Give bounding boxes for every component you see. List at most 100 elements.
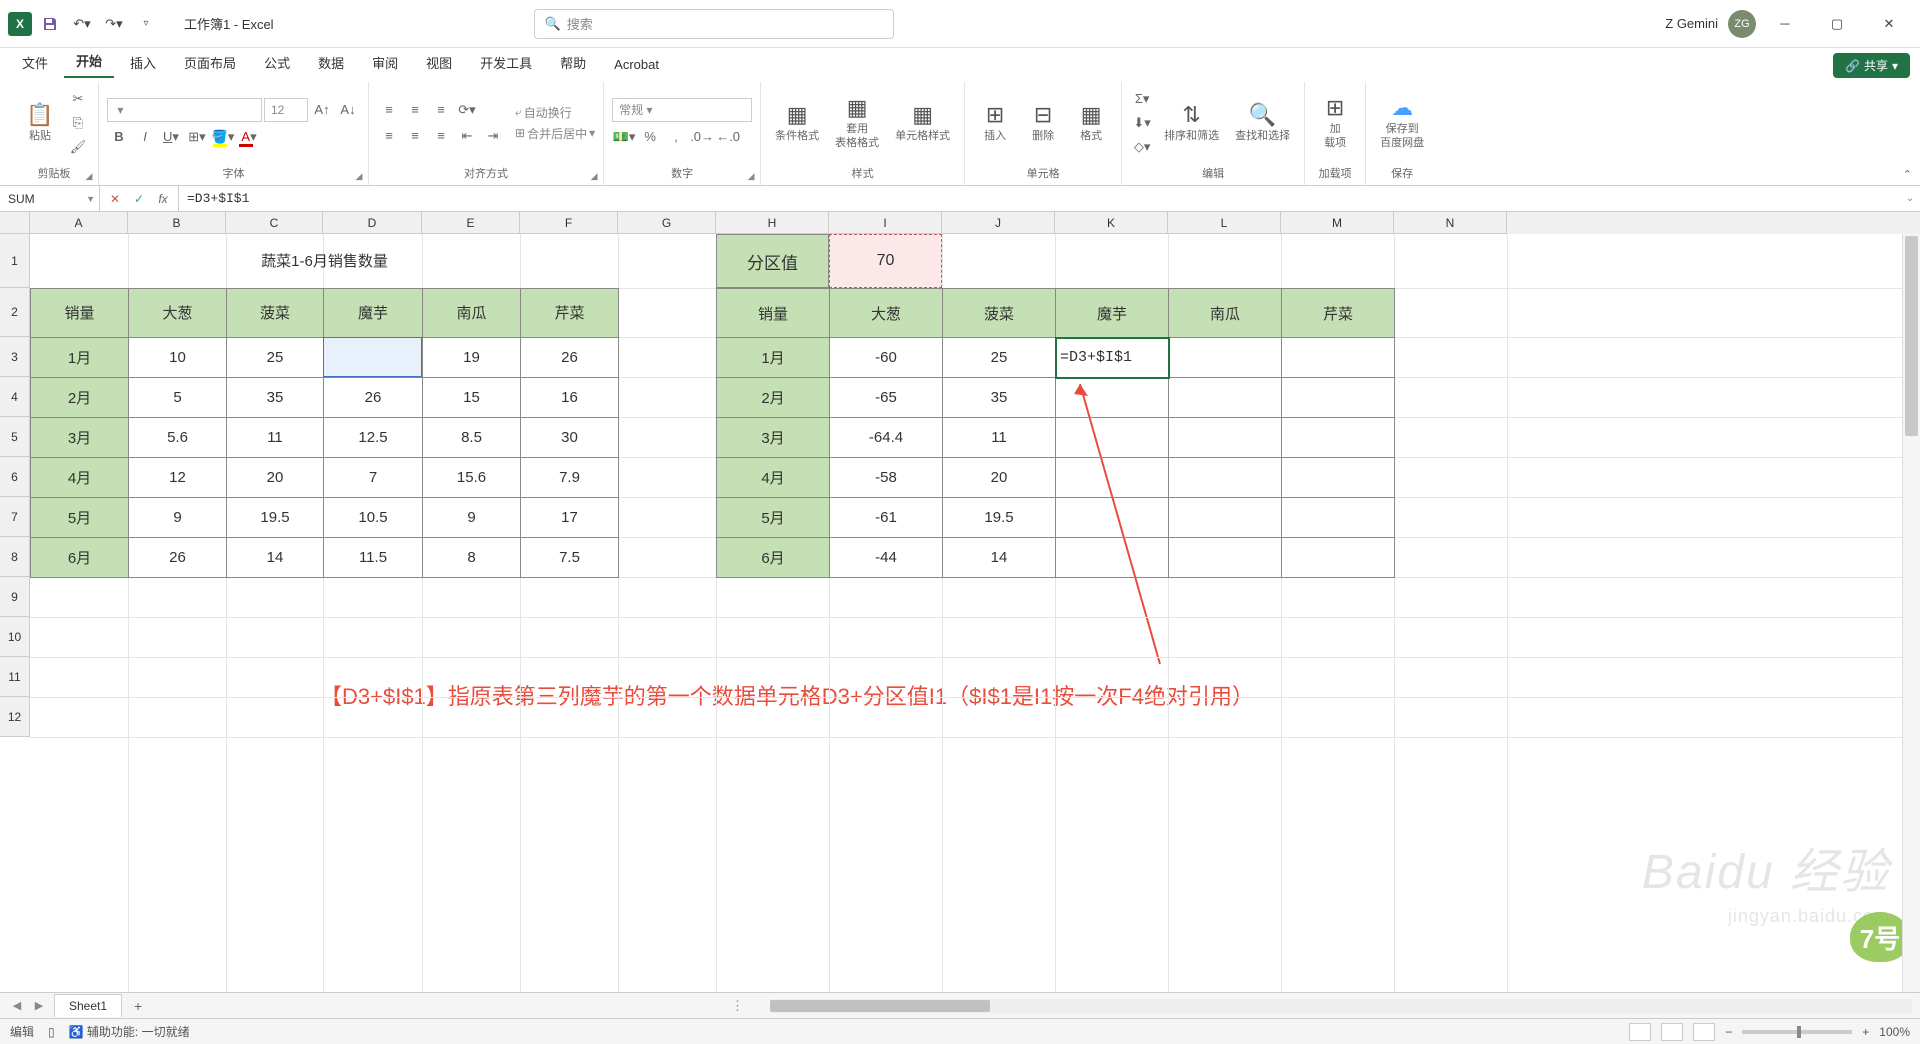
cell[interactable] — [1056, 458, 1169, 498]
cell[interactable]: 9 — [129, 497, 227, 537]
partition-value-cell[interactable]: 70 — [829, 234, 942, 288]
row-header[interactable]: 2 — [0, 288, 30, 337]
cell[interactable]: 26 — [521, 337, 619, 377]
column-header[interactable]: N — [1394, 212, 1507, 234]
sort-filter-button[interactable]: ⇅排序和筛选 — [1158, 98, 1225, 147]
row-header[interactable]: 9 — [0, 577, 30, 617]
cell[interactable]: 8 — [423, 537, 521, 577]
fx-button[interactable]: fx — [152, 189, 174, 209]
align-center-button[interactable]: ≡ — [403, 125, 427, 147]
cell[interactable]: 11 — [943, 418, 1056, 458]
cell[interactable]: 8.5 — [423, 417, 521, 457]
cell[interactable]: 14 — [227, 537, 324, 577]
indent-dec-button[interactable]: ⇤ — [455, 125, 479, 147]
view-pagebreak-button[interactable] — [1693, 1023, 1715, 1041]
cell[interactable] — [1169, 338, 1282, 378]
fill-color-button[interactable]: 🪣▾ — [211, 126, 235, 148]
macro-icon[interactable]: ▯ — [48, 1025, 55, 1039]
cell[interactable]: 5月 — [31, 497, 129, 537]
delete-cells-button[interactable]: ⊟删除 — [1021, 98, 1065, 147]
inc-decimal-button[interactable]: .0→ — [690, 126, 714, 148]
save-icon[interactable] — [36, 10, 64, 38]
cell[interactable]: 19.5 — [943, 498, 1056, 538]
column-header[interactable]: H — [716, 212, 829, 234]
cell[interactable]: 19 — [423, 337, 521, 377]
column-header[interactable]: K — [1055, 212, 1168, 234]
cell[interactable]: 19.5 — [227, 497, 324, 537]
format-painter-button[interactable]: 🖌 — [66, 136, 90, 158]
maximize-button[interactable]: ▢ — [1814, 8, 1860, 40]
align-middle-button[interactable]: ≡ — [403, 99, 427, 121]
orientation-button[interactable]: ⟳▾ — [455, 99, 479, 121]
cell[interactable]: 6月 — [717, 538, 830, 578]
conditional-format-button[interactable]: ▦条件格式 — [769, 98, 825, 147]
format-cells-button[interactable]: ▦格式 — [1069, 98, 1113, 147]
scrollbar-thumb[interactable] — [1905, 236, 1918, 436]
cell[interactable]: 11.5 — [324, 537, 423, 577]
row-header[interactable]: 10 — [0, 617, 30, 657]
share-button[interactable]: 🔗 共享 ▾ — [1833, 53, 1910, 78]
tab-data[interactable]: 数据 — [306, 47, 356, 78]
zoom-in-button[interactable]: + — [1862, 1025, 1869, 1039]
row-header[interactable]: 5 — [0, 417, 30, 457]
column-header[interactable]: F — [520, 212, 618, 234]
bold-button[interactable]: B — [107, 126, 131, 148]
row-header[interactable]: 1 — [0, 234, 30, 288]
copy-button[interactable]: ⎘ — [66, 112, 90, 134]
baidu-save-button[interactable]: ☁保存到 百度网盘 — [1374, 91, 1430, 153]
cell[interactable]: 26 — [324, 377, 423, 417]
cell[interactable]: 15 — [324, 337, 423, 377]
cell[interactable]: 15 — [423, 377, 521, 417]
column-header[interactable]: B — [128, 212, 226, 234]
dialog-launcher-icon[interactable]: ◢ — [83, 170, 95, 182]
align-right-button[interactable]: ≡ — [429, 125, 453, 147]
close-button[interactable]: ✕ — [1866, 8, 1912, 40]
font-color-button[interactable]: A▾ — [237, 126, 261, 148]
tab-insert[interactable]: 插入 — [118, 47, 168, 78]
border-button[interactable]: ⊞▾ — [185, 126, 209, 148]
find-select-button[interactable]: 🔍查找和选择 — [1229, 98, 1296, 147]
clear-button[interactable]: ◇▾ — [1130, 136, 1154, 158]
cell[interactable]: 12 — [129, 457, 227, 497]
cell[interactable] — [1056, 378, 1169, 418]
row-header[interactable]: 12 — [0, 697, 30, 737]
row-header[interactable]: 11 — [0, 657, 30, 697]
zoom-level[interactable]: 100% — [1879, 1025, 1910, 1039]
cell[interactable]: 17 — [521, 497, 619, 537]
cell[interactable]: 4月 — [717, 458, 830, 498]
cell[interactable]: -58 — [830, 458, 943, 498]
cell[interactable] — [1282, 458, 1395, 498]
dialog-launcher-icon[interactable]: ◢ — [745, 170, 757, 182]
cell[interactable] — [1282, 498, 1395, 538]
cell[interactable]: 25 — [943, 338, 1056, 378]
horizontal-scrollbar[interactable] — [770, 999, 1912, 1013]
addins-button[interactable]: ⊞加 载项 — [1313, 91, 1357, 153]
autosum-button[interactable]: Σ▾ — [1130, 88, 1154, 110]
formula-input[interactable]: =D3+$I$1 — [179, 191, 1900, 206]
column-header[interactable]: I — [829, 212, 942, 234]
cell[interactable] — [1169, 458, 1282, 498]
cell[interactable]: 2月 — [717, 378, 830, 418]
tab-formulas[interactable]: 公式 — [252, 47, 302, 78]
cell[interactable]: 15.6 — [423, 457, 521, 497]
cell[interactable]: 11 — [227, 417, 324, 457]
italic-button[interactable]: I — [133, 126, 157, 148]
cell[interactable]: 20 — [227, 457, 324, 497]
sheet-next-button[interactable]: ▶ — [30, 997, 48, 1015]
cell[interactable] — [1282, 418, 1395, 458]
select-all-corner[interactable] — [0, 212, 30, 234]
cell[interactable]: 20 — [943, 458, 1056, 498]
cell[interactable]: -44 — [830, 538, 943, 578]
cancel-edit-button[interactable]: ✕ — [104, 189, 126, 209]
tab-review[interactable]: 审阅 — [360, 47, 410, 78]
column-header[interactable]: E — [422, 212, 520, 234]
number-format-combo[interactable]: 常规 ▾ — [612, 98, 752, 122]
font-combo[interactable]: ▾ — [107, 98, 262, 122]
column-header[interactable]: C — [226, 212, 323, 234]
zoom-handle[interactable] — [1797, 1026, 1801, 1038]
dialog-launcher-icon[interactable]: ◢ — [353, 170, 365, 182]
cell[interactable]: 10 — [129, 337, 227, 377]
paste-button[interactable]: 📋粘贴 — [18, 98, 62, 147]
redo-icon[interactable]: ↷▾ — [100, 10, 128, 38]
row-header[interactable]: 7 — [0, 497, 30, 537]
